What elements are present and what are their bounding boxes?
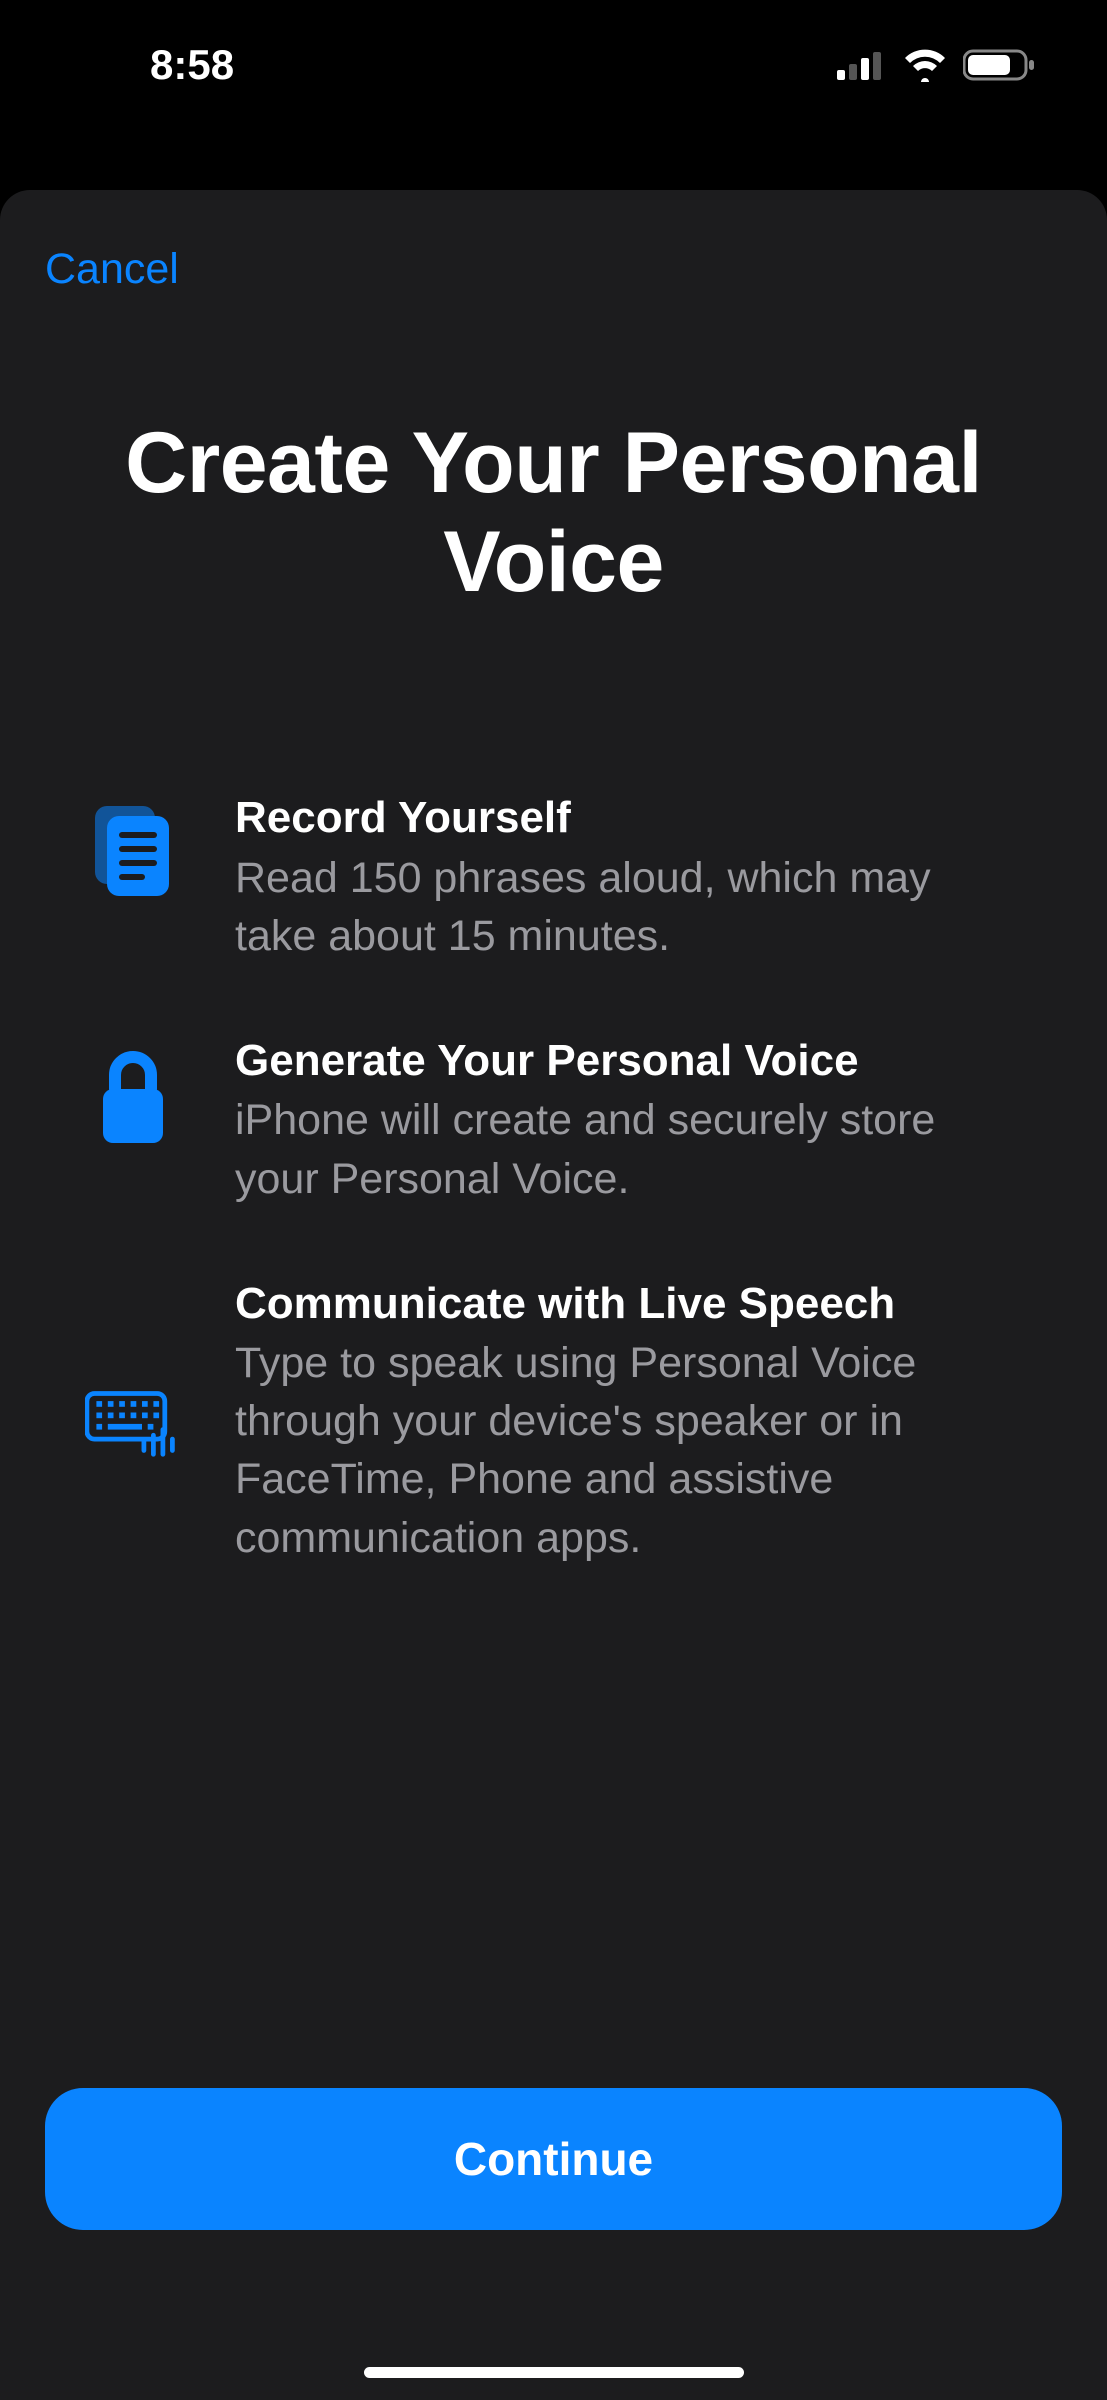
- cancel-button[interactable]: Cancel: [45, 245, 179, 294]
- status-bar: 8:58: [0, 0, 1107, 130]
- keyboard-voice-icon: [85, 1386, 180, 1458]
- lock-icon: [85, 1035, 180, 1149]
- status-time: 8:58: [150, 41, 234, 89]
- feature-communicate: Communicate with Live Speech Type to spe…: [85, 1278, 1022, 1567]
- wifi-icon: [901, 48, 949, 82]
- feature-desc: iPhone will create and securely store yo…: [235, 1091, 1022, 1207]
- feature-text: Communicate with Live Speech Type to spe…: [235, 1278, 1022, 1567]
- home-indicator[interactable]: [364, 2367, 744, 2378]
- modal-sheet: Cancel Create Your Personal Voice Record…: [0, 190, 1107, 2400]
- feature-title: Communicate with Live Speech: [235, 1278, 1022, 1331]
- page-title: Create Your Personal Voice: [45, 414, 1062, 612]
- feature-desc: Type to speak using Personal Voice throu…: [235, 1334, 1022, 1566]
- feature-desc: Read 150 phrases aloud, which may take a…: [235, 849, 1022, 965]
- document-icon: [85, 792, 180, 898]
- feature-record: Record Yourself Read 150 phrases aloud, …: [85, 792, 1022, 965]
- cellular-signal-icon: [837, 50, 887, 80]
- feature-list: Record Yourself Read 150 phrases aloud, …: [45, 792, 1062, 1567]
- feature-text: Generate Your Personal Voice iPhone will…: [235, 1035, 1022, 1208]
- feature-title: Generate Your Personal Voice: [235, 1035, 1022, 1088]
- battery-icon: [963, 48, 1037, 82]
- feature-title: Record Yourself: [235, 792, 1022, 845]
- feature-text: Record Yourself Read 150 phrases aloud, …: [235, 792, 1022, 965]
- feature-generate: Generate Your Personal Voice iPhone will…: [85, 1035, 1022, 1208]
- status-indicators: [837, 48, 1037, 82]
- continue-button[interactable]: Continue: [45, 2088, 1062, 2230]
